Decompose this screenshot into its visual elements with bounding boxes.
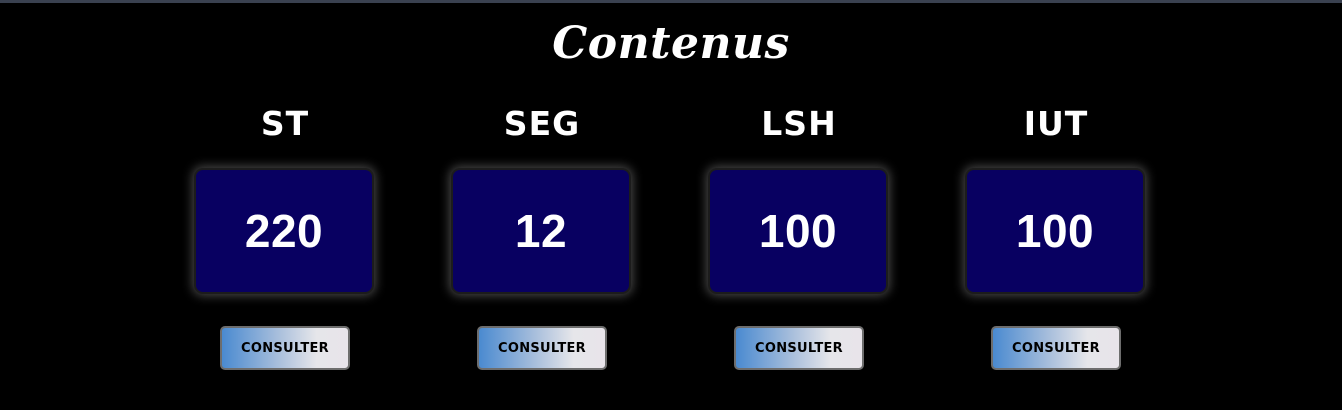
card-title: SEG	[503, 104, 581, 143]
consult-button-seg[interactable]: CONSULTER	[477, 326, 607, 370]
card-seg: SEG 12 CONSULTER	[450, 100, 634, 380]
consult-button-label: CONSULTER	[241, 340, 329, 356]
consult-button-label: CONSULTER	[498, 340, 586, 356]
consult-button-label: CONSULTER	[755, 340, 843, 356]
count-value: 220	[244, 205, 324, 257]
count-value: 100	[758, 205, 838, 257]
count-box: 100	[708, 168, 888, 294]
count-value: 12	[514, 205, 568, 257]
consult-button-label: CONSULTER	[1012, 340, 1100, 356]
consult-button-iut[interactable]: CONSULTER	[991, 326, 1121, 370]
card-iut: IUT 100 CONSULTER	[964, 100, 1148, 380]
card-st: ST 220 CONSULTER	[193, 100, 377, 380]
page-title: Contenus	[552, 18, 790, 69]
top-border	[0, 0, 1342, 3]
consult-button-lsh[interactable]: CONSULTER	[734, 326, 864, 370]
consult-button-st[interactable]: CONSULTER	[220, 326, 350, 370]
card-title: LSH	[761, 104, 837, 143]
card-lsh: LSH 100 CONSULTER	[707, 100, 891, 380]
count-box: 12	[451, 168, 631, 294]
count-box: 220	[194, 168, 374, 294]
card-title: ST	[260, 104, 310, 143]
count-value: 100	[1015, 205, 1095, 257]
card-title: IUT	[1023, 104, 1089, 143]
count-box: 100	[965, 168, 1145, 294]
